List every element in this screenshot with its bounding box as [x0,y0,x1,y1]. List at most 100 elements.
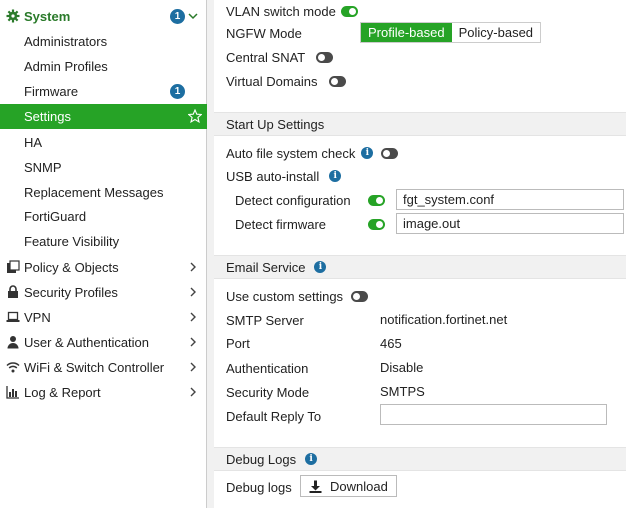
lock-icon [8,285,18,298]
star-icon[interactable] [188,109,202,123]
central-snat-row: Central SNAT [226,46,334,68]
laptop-icon [6,311,20,322]
vlan-switch-mode-toggle[interactable] [340,5,358,17]
gear-icon [6,9,20,23]
field-label: Detect configuration [235,192,351,208]
debug-logs-header: Debug Logs i [214,447,626,471]
chevron-down-icon [188,13,198,20]
sidebar-item-log-report[interactable]: Log & Report [0,380,207,405]
field-label: Security Mode [226,384,310,400]
default-reply-to-input[interactable] [380,404,607,425]
policy-icon [7,260,20,273]
authentication-row: Authentication [226,357,308,379]
panel-divider [207,0,214,508]
startup-settings-header: Start Up Settings [214,112,626,136]
sidebar-item-feature-visibility[interactable]: Feature Visibility [0,229,207,254]
sidebar-item-label: Security Profiles [24,285,118,300]
field-label: Debug logs [226,479,292,495]
sidebar-item-label: Admin Profiles [24,59,108,74]
field-label: SMTP Server [226,312,304,328]
use-custom-settings-toggle[interactable] [351,290,369,302]
download-icon [309,480,322,493]
smtp-server-value: notification.fortinet.net [380,312,508,327]
chevron-right-icon [190,287,196,297]
chevron-right-icon [190,337,196,347]
ngfw-mode-selector: Profile-based Policy-based [360,22,542,43]
ngfw-mode-option-profile-based[interactable]: Profile-based [361,23,452,42]
sidebar-item-system[interactable]: System 1 [0,4,207,29]
authentication-value: Disable [380,360,424,375]
sidebar-item-label: Settings [24,109,71,124]
sidebar-item-fortiguard[interactable]: FortiGuard [0,204,207,229]
info-icon[interactable]: i [305,453,318,465]
chevron-right-icon [190,387,196,397]
detect-firmware-input[interactable]: image.out [396,213,624,234]
notification-badge: 1 [170,84,185,99]
sidebar-item-policy-objects[interactable]: Policy & Objects [0,255,207,280]
sidebar-item-security-profiles[interactable]: Security Profiles [0,280,207,305]
sidebar-item-label: Log & Report [24,385,101,400]
detect-config-input[interactable]: fgt_system.conf [396,189,624,210]
info-icon[interactable]: i [329,170,342,182]
field-label: Default Reply To [226,408,322,424]
central-snat-toggle[interactable] [316,51,334,63]
field-label: VLAN switch mode [226,3,336,19]
sidebar-item-settings[interactable]: Settings [0,104,207,129]
sidebar-item-label: VPN [24,310,51,325]
detect-firmware-row: Detect firmware [235,213,326,235]
info-icon[interactable]: i [314,261,327,273]
chevron-right-icon [190,262,196,272]
sidebar-item-ha[interactable]: HA [0,130,207,155]
notification-badge: 1 [170,9,185,24]
chart-icon [6,386,19,399]
sidebar-item-wifi-switch-controller[interactable]: WiFi & Switch Controller [0,355,207,380]
detect-firmware-toggle[interactable] [368,219,385,230]
wifi-icon [6,362,20,373]
auto-fs-check-toggle[interactable] [381,147,399,159]
port-value: 465 [380,336,402,351]
smtp-server-row: SMTP Server [226,309,304,331]
email-service-header: Email Service i [214,255,626,279]
field-label: Virtual Domains [226,73,318,89]
usb-auto-install-row: USB auto-install i [226,165,342,187]
info-icon[interactable]: i [361,147,374,159]
sidebar-item-label: User & Authentication [24,335,150,350]
sidebar-item-snmp[interactable]: SNMP [0,155,207,180]
use-custom-settings-row: Use custom settings [226,285,369,307]
sidebar-item-firmware[interactable]: Firmware 1 [0,79,207,104]
sidebar-item-label: SNMP [24,160,62,175]
chevron-right-icon [190,312,196,322]
field-label: Authentication [226,360,309,376]
download-button[interactable]: Download [300,475,397,497]
security-mode-row: Security Mode [226,381,309,403]
user-icon [7,336,19,349]
detect-config-row: Detect configuration [235,189,351,211]
sidebar-item-administrators[interactable]: Administrators [0,29,207,54]
sidebar-item-label: WiFi & Switch Controller [24,360,165,375]
download-button-label: Download [330,478,388,494]
sidebar-item-replacement-messages[interactable]: Replacement Messages [0,180,207,205]
section-title: Email Service [226,259,306,275]
field-label: USB auto-install [226,168,320,184]
sidebar-item-label: Administrators [24,34,108,49]
sidebar: System 1 Administrators Admin Profiles F… [0,0,207,508]
sidebar-item-label: Firmware [24,84,79,99]
default-reply-to-row: Default Reply To [226,405,321,427]
debug-logs-row: Debug logs [226,476,292,498]
vlan-switch-mode-row: VLAN switch mode [226,0,358,22]
ngfw-mode-option-policy-based[interactable]: Policy-based [451,23,541,42]
chevron-right-icon [190,362,196,372]
field-label: Use custom settings [226,288,344,304]
security-mode-value: SMTPS [380,384,425,399]
field-label: Port [226,335,250,351]
field-label: Detect firmware [235,216,327,232]
sidebar-item-admin-profiles[interactable]: Admin Profiles [0,54,207,79]
sidebar-item-user-authentication[interactable]: User & Authentication [0,330,207,355]
section-title: Start Up Settings [226,116,325,132]
virtual-domains-toggle[interactable] [328,75,346,87]
ngfw-mode-row: NGFW Mode [226,22,302,44]
sidebar-item-vpn[interactable]: VPN [0,305,207,330]
detect-config-toggle[interactable] [368,195,385,206]
virtual-domains-row: Virtual Domains [226,70,346,92]
field-label: NGFW Mode [226,25,302,41]
